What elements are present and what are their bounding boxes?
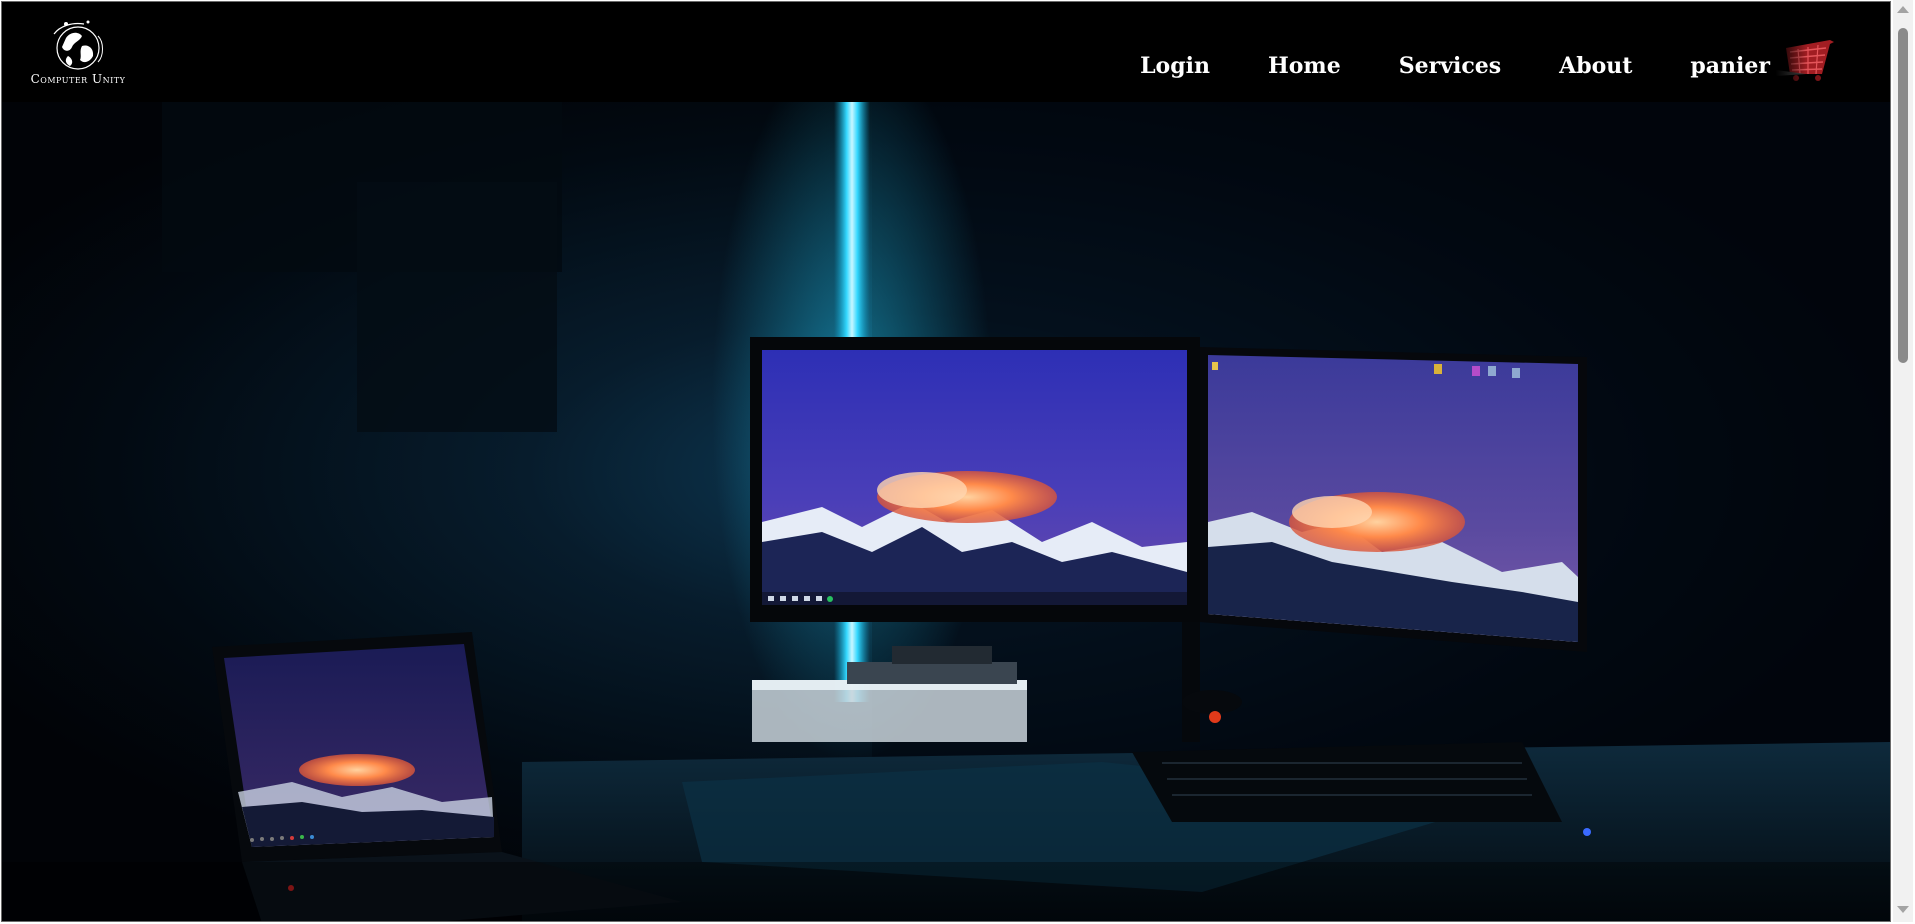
- cart-nav-item[interactable]: panier: [1690, 30, 1838, 82]
- cart-icon[interactable]: [1776, 30, 1838, 82]
- main-nav: Login Home Services About panier: [1082, 30, 1838, 82]
- nav-services-link[interactable]: Services: [1399, 53, 1501, 79]
- scroll-up-icon[interactable]: [1897, 6, 1909, 13]
- page: Computer Unity Login Home Services About…: [1, 1, 1891, 922]
- site-header: Computer Unity Login Home Services About…: [2, 2, 1890, 102]
- desk-setup-photo: [2, 42, 1890, 921]
- scroll-down-icon[interactable]: [1897, 906, 1909, 913]
- nav-about-link[interactable]: About: [1559, 53, 1632, 79]
- nav-login-link[interactable]: Login: [1140, 53, 1210, 79]
- hero-background-image: [2, 42, 1890, 921]
- nav-home-link[interactable]: Home: [1268, 53, 1341, 79]
- globe-logo-icon: [53, 20, 103, 70]
- site-logo[interactable]: Computer Unity: [18, 16, 138, 88]
- vertical-scrollbar[interactable]: [1893, 0, 1913, 922]
- scrollbar-thumb[interactable]: [1898, 28, 1908, 363]
- browser-viewport: Computer Unity Login Home Services About…: [0, 0, 1915, 924]
- nav-cart-link[interactable]: panier: [1690, 53, 1770, 79]
- brand-name: Computer Unity: [30, 72, 126, 86]
